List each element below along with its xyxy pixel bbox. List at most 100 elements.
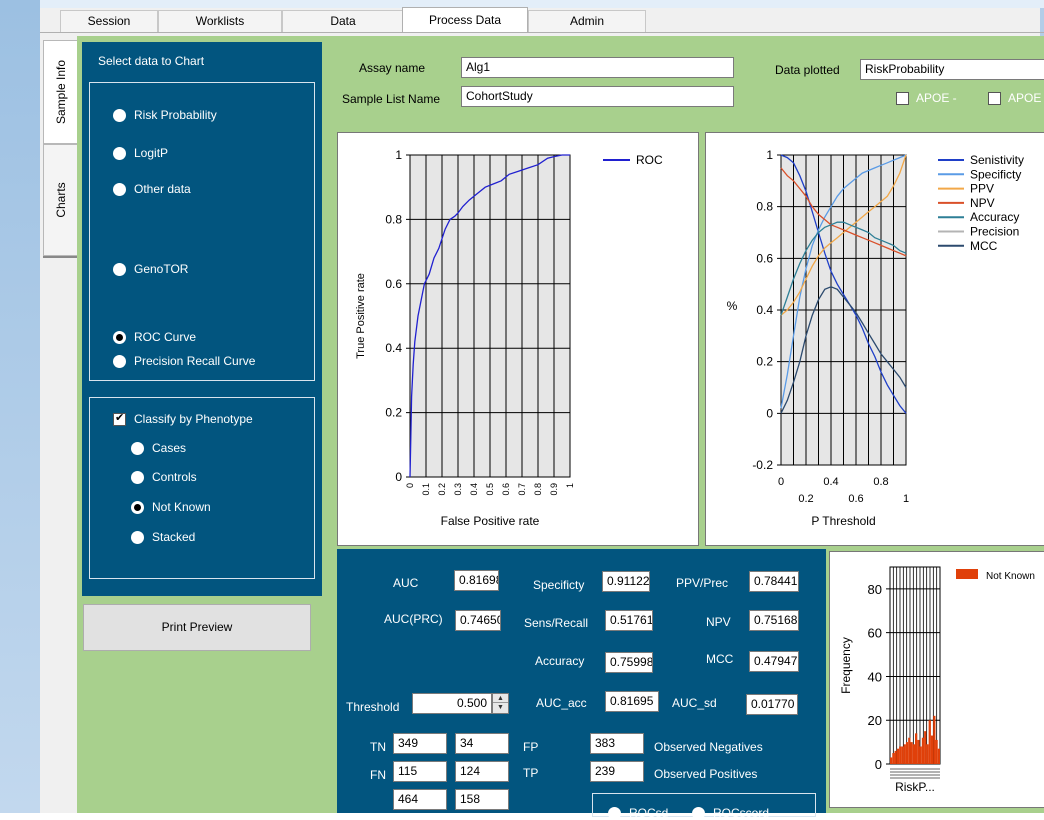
legend-label: Specificty [970, 167, 1021, 181]
x-tick-label: 0.1 [421, 483, 431, 496]
spin-up-icon[interactable]: ▲ [493, 694, 508, 703]
x-tick-label: 0.3 [453, 483, 463, 496]
x-axis-label: RiskP... [895, 780, 935, 794]
tab-process-data[interactable]: Process Data [402, 7, 528, 33]
histogram-bar [912, 744, 915, 764]
tab-sample-info[interactable]: Sample Info [43, 40, 77, 144]
tp-label: TP [523, 766, 539, 780]
radio-label: Stacked [152, 530, 196, 544]
legend-label: Not Known [986, 571, 1035, 582]
y-axis-label: True Positive rate [355, 273, 367, 359]
histogram-chart: 0 20 40 60 80 RiskP... Frequency Not Known [829, 551, 1044, 808]
histogram-bar [903, 744, 906, 764]
radio-cases[interactable]: Cases [131, 441, 186, 455]
sample-list-input[interactable]: CohortStudy [461, 86, 734, 107]
ppv-label: PPV/Prec [676, 576, 729, 590]
radio-label: ROC Curve [134, 330, 197, 344]
x-tick-label: 0.9 [549, 483, 559, 496]
x-tick-label: 0.6 [848, 493, 863, 505]
radio-dot-icon [113, 146, 126, 160]
data-plotted-label: Data plotted [775, 63, 840, 77]
roc-chart-svg: 0 0.1 0.2 0.3 0.4 0.5 0.6 0.7 0.8 0.9 1 0 0.2 0.4 0.6 0… [355, 148, 663, 528]
histogram-chart-svg: 0 20 40 60 80 RiskP... Frequency Not Known [839, 566, 1035, 794]
legend-label: Precision [970, 225, 1019, 239]
assay-name-input[interactable]: Alg1 [461, 57, 734, 78]
radio-label: Precision Recall Curve [134, 354, 256, 368]
y-tick-label: 1 [395, 148, 402, 162]
threshold-chart-svg: -0.2 0 0.2 0.4 0.6 0.8 1 0 0.4 0.8 0.2 0.6 1 Senistiv… [727, 148, 1024, 528]
histogram-bar [915, 733, 918, 764]
threshold-input[interactable]: 0.500 [412, 693, 492, 714]
radio-logitp[interactable]: LogitP [113, 146, 168, 160]
tab-admin[interactable]: Admin [528, 10, 646, 32]
y-tick-label: 20 [868, 713, 882, 728]
tab-data[interactable]: Data [282, 10, 404, 32]
y-tick-label: 0 [395, 470, 402, 484]
sens-recall-value: 0.51761 [605, 610, 653, 631]
radio-dot-selected-icon [113, 330, 126, 344]
threshold-spinner[interactable]: ▲ ▼ [492, 693, 509, 714]
classify-checkbox[interactable]: Classify by Phenotype [113, 411, 253, 426]
radio-rocsd[interactable]: ROCsd [608, 806, 668, 820]
x-tick-label: 0.8 [873, 476, 888, 488]
checkbox-icon [988, 91, 1001, 105]
tab-worklists[interactable]: Worklists [158, 10, 282, 32]
select-data-title: Select data to Chart [98, 54, 205, 68]
histogram-bar [892, 753, 895, 764]
histogram-bar [919, 746, 922, 764]
tn-label: TN [370, 740, 386, 754]
tab-session[interactable]: Session [60, 10, 158, 32]
print-preview-button[interactable]: Print Preview [83, 604, 311, 651]
radio-label: LogitP [134, 146, 169, 160]
radio-stacked[interactable]: Stacked [131, 530, 195, 544]
desktop-background [0, 0, 40, 813]
x-tick-label: 0.8 [533, 483, 543, 496]
x-tick-label: 0.5 [485, 483, 495, 496]
x-tick-label: 1 [565, 483, 575, 488]
radio-roc-curve[interactable]: ROC Curve [113, 330, 196, 344]
radio-not-known[interactable]: Not Known [131, 500, 211, 514]
fn-value: 115 [393, 761, 447, 782]
y-tick-label: 0.2 [756, 355, 773, 369]
legend-swatch [956, 569, 978, 579]
x-tick-label: 0.4 [823, 476, 838, 488]
radio-precision-recall[interactable]: Precision Recall Curve [113, 354, 255, 368]
apoe-neg-checkbox[interactable]: APOE - [896, 91, 957, 105]
apoe-pos-label: APOE [1008, 91, 1042, 105]
radio-label: Controls [152, 470, 197, 484]
y-tick-label: 0 [766, 406, 773, 420]
classify-label: Classify by Phenotype [134, 412, 253, 426]
apoe-pos-checkbox[interactable]: APOE [988, 91, 1041, 105]
radio-label: Cases [152, 441, 187, 455]
y-axis-label: % [727, 299, 738, 313]
x-tick-label: 0.2 [798, 493, 813, 505]
data-plotted-input[interactable]: RiskProbability [860, 59, 1044, 80]
observed-negatives-label: Observed Negatives [654, 740, 763, 754]
histogram-bar [928, 720, 931, 764]
y-tick-label: 0.4 [385, 341, 402, 355]
y-tick-label: 60 [868, 626, 882, 641]
histogram-bar [937, 748, 940, 764]
x-tick-label: 0.7 [517, 483, 527, 496]
mcc-label: MCC [706, 652, 734, 666]
radio-dot-icon [131, 441, 144, 455]
radio-controls[interactable]: Controls [131, 470, 197, 484]
accuracy-value: 0.75998 [605, 652, 653, 673]
radio-genotor[interactable]: GenoTOR [113, 262, 188, 276]
radio-dot-icon [692, 806, 705, 820]
radio-other-data[interactable]: Other data [113, 182, 191, 196]
tab-sample-info-label: Sample Info [53, 59, 68, 125]
x-tick-label: 0.2 [437, 483, 447, 496]
radio-dot-selected-icon [131, 500, 144, 514]
radio-dot-icon [608, 806, 621, 820]
radio-label: Not Known [152, 500, 211, 514]
accuracy-label: Accuracy [535, 654, 585, 668]
radio-rocscore[interactable]: ROCscord [692, 806, 769, 820]
y-tick-label: 1 [766, 148, 773, 162]
radio-risk-probability[interactable]: Risk Probability [113, 108, 217, 122]
auc-acc-label: AUC_acc [536, 696, 587, 710]
spin-down-icon[interactable]: ▼ [493, 703, 508, 713]
x-axis-label: False Positive rate [441, 514, 540, 528]
radio-dot-icon [113, 182, 126, 196]
tab-charts[interactable]: Charts [43, 144, 77, 256]
